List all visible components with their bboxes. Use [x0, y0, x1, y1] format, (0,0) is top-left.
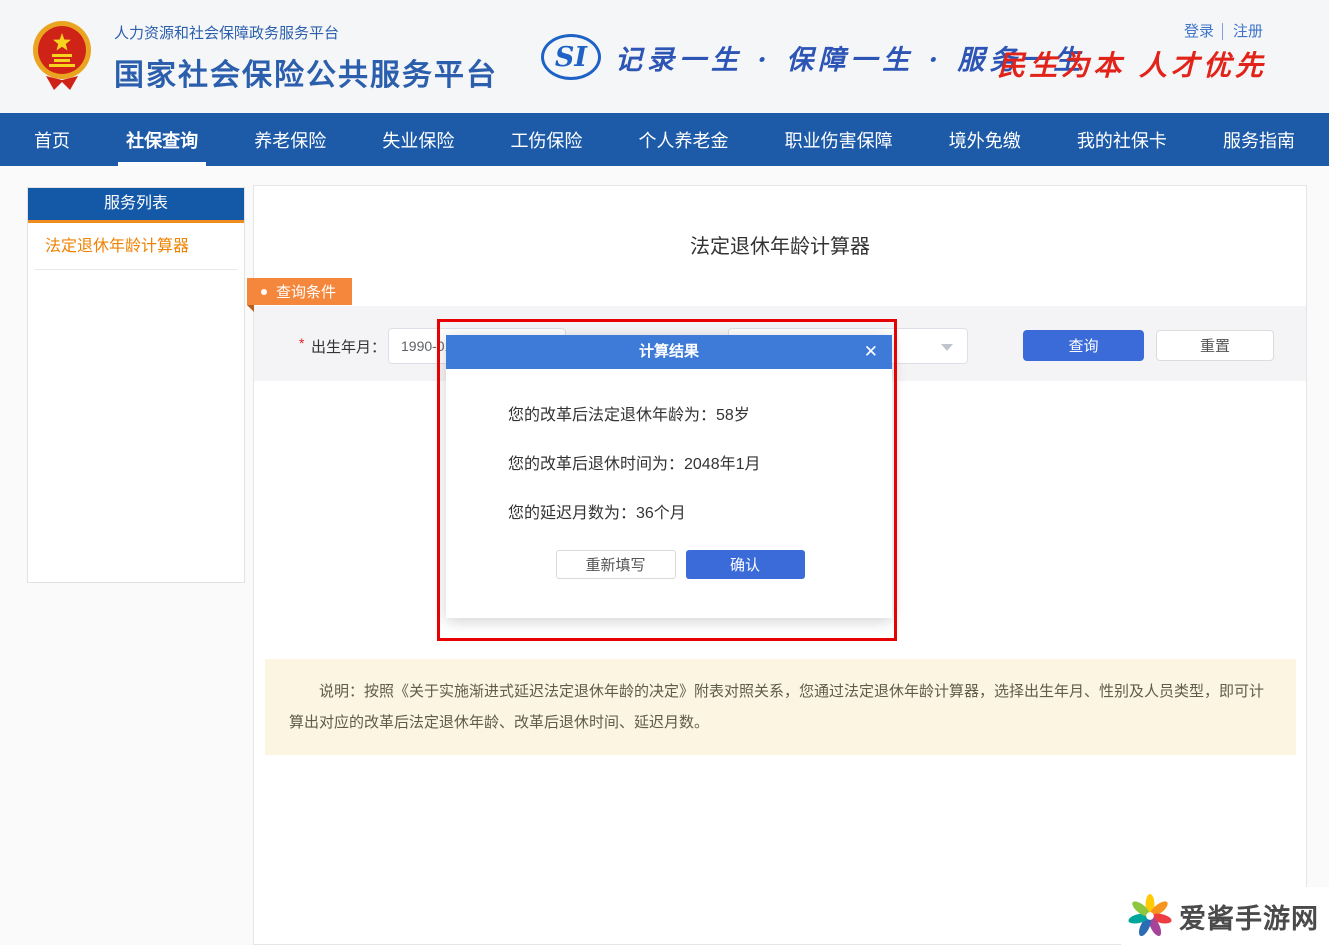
sidebar-item-retirement-calculator[interactable]: 法定退休年龄计算器 — [35, 223, 237, 270]
note-box: 说明：按照《关于实施渐进式延迟法定退休年龄的决定》附表对照关系，您通过法定退休年… — [265, 659, 1296, 755]
si-logo-icon: SI — [541, 34, 601, 80]
main-nav: 首页 社保查询 养老保险 失业保险 工伤保险 个人养老金 职业伤害保障 境外免缴… — [0, 113, 1329, 166]
sidebar-title: 服务列表 — [28, 188, 244, 223]
platform-subtitle: 人力资源和社会保障政务服务平台 — [114, 22, 498, 43]
register-link[interactable]: 注册 — [1222, 23, 1263, 40]
nav-item-social-insurance-query[interactable]: 社保查询 — [126, 113, 198, 166]
platform-title: 国家社会保险公共服务平台 — [114, 50, 498, 94]
nav-item-my-social-security-card[interactable]: 我的社保卡 — [1077, 113, 1167, 166]
modal-header: 计算结果 ✕ — [446, 335, 892, 369]
page: 人力资源和社会保障政务服务平台 国家社会保险公共服务平台 SI 记录一生 · 保… — [0, 0, 1329, 945]
flower-logo-icon — [1127, 893, 1173, 939]
motto: 民生为本 人才优先 — [997, 44, 1267, 84]
birth-month-label: 出生年月： — [311, 336, 386, 357]
close-icon[interactable]: ✕ — [864, 335, 878, 369]
nav-item-pension-insurance[interactable]: 养老保险 — [254, 113, 326, 166]
page-title: 法定退休年龄计算器 — [254, 230, 1306, 259]
bullet-dot-icon — [261, 289, 267, 295]
auth-links: 登录注册 — [1184, 20, 1263, 41]
sidebar: 服务列表 法定退休年龄计算器 — [27, 187, 245, 583]
modal-title: 计算结果 — [446, 335, 892, 369]
chevron-down-icon — [941, 344, 953, 351]
result-retirement-age: 您的改革后法定退休年龄为：58岁 — [508, 403, 892, 429]
nav-item-occupational-injury[interactable]: 职业伤害保障 — [785, 113, 893, 166]
login-link[interactable]: 登录 — [1184, 23, 1214, 40]
note-text: 说明：按照《关于实施渐进式延迟法定退休年龄的决定》附表对照关系，您通过法定退休年… — [289, 676, 1272, 738]
query-conditions-label: 查询条件 — [276, 281, 336, 302]
result-retirement-date: 您的改革后退休时间为：2048年1月 — [508, 452, 892, 478]
nav-item-work-injury-insurance[interactable]: 工伤保险 — [510, 113, 582, 166]
nav-item-home[interactable]: 首页 — [34, 113, 70, 166]
watermark-text: 爱酱手游网 — [1179, 897, 1319, 936]
header: 人力资源和社会保障政务服务平台 国家社会保险公共服务平台 SI 记录一生 · 保… — [0, 0, 1329, 113]
reset-button[interactable]: 重置 — [1156, 330, 1274, 361]
nav-item-unemployment-insurance[interactable]: 失业保险 — [382, 113, 454, 166]
result-modal: 计算结果 ✕ 您的改革后法定退休年龄为：58岁 您的改革后退休时间为：2048年… — [446, 335, 892, 618]
nav-item-personal-pension[interactable]: 个人养老金 — [639, 113, 729, 166]
nav-item-service-guide[interactable]: 服务指南 — [1223, 113, 1295, 166]
query-button[interactable]: 查询 — [1023, 330, 1144, 361]
national-emblem-icon — [32, 17, 92, 95]
refill-button[interactable]: 重新填写 — [556, 550, 676, 579]
confirm-button[interactable]: 确认 — [686, 550, 805, 579]
nav-item-overseas-exemption[interactable]: 境外免缴 — [949, 113, 1021, 166]
query-conditions-tag: 查询条件 — [247, 278, 352, 305]
brand-block: 人力资源和社会保障政务服务平台 国家社会保险公共服务平台 — [114, 22, 498, 94]
modal-body: 您的改革后法定退休年龄为：58岁 您的改革后退休时间为：2048年1月 您的延迟… — [446, 369, 892, 579]
required-mark: * — [299, 335, 304, 351]
tag-fold-decoration — [247, 305, 254, 312]
modal-buttons: 重新填写 确认 — [508, 550, 892, 579]
result-delay-months: 您的延迟月数为：36个月 — [508, 501, 892, 527]
site-watermark: 爱酱手游网 — [1121, 887, 1329, 945]
